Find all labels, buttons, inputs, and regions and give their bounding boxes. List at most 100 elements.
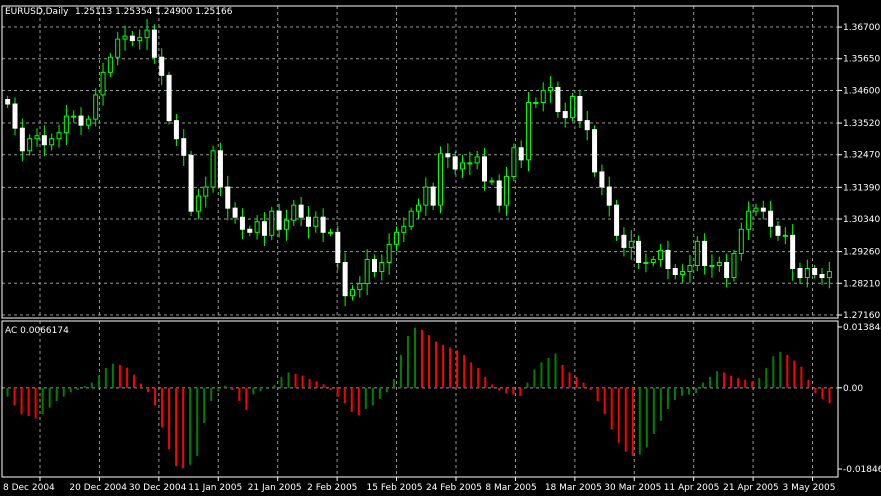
candle-body bbox=[570, 95, 576, 119]
time-tick-label: 21 Apr 2005 bbox=[723, 483, 779, 493]
candle-body bbox=[291, 204, 297, 221]
candle-body bbox=[672, 268, 678, 276]
candle-body bbox=[826, 271, 832, 279]
candle-body bbox=[621, 234, 627, 248]
candle-body bbox=[606, 186, 612, 206]
candle-body bbox=[540, 89, 546, 104]
candle-body bbox=[232, 207, 238, 218]
candle-body bbox=[225, 186, 231, 209]
candle-body bbox=[738, 228, 744, 254]
candle-body bbox=[203, 186, 209, 197]
candle-body bbox=[78, 115, 84, 126]
candle-body bbox=[342, 261, 348, 297]
candle-body bbox=[753, 207, 759, 212]
candle-body bbox=[305, 216, 311, 227]
candle-body bbox=[357, 283, 363, 291]
candle-body bbox=[804, 268, 810, 279]
candle-body bbox=[283, 219, 289, 230]
candle-body bbox=[393, 231, 399, 245]
candle-body bbox=[746, 210, 752, 230]
candle-body bbox=[680, 271, 686, 276]
price-tick-label: 1.33520 bbox=[843, 119, 880, 129]
candle-body bbox=[438, 153, 444, 206]
time-tick-label: 8 Mar 2005 bbox=[485, 483, 536, 493]
candle-body bbox=[364, 258, 370, 285]
price-tick-label: 1.27160 bbox=[843, 311, 880, 321]
time-tick-label: 30 Dec 2004 bbox=[129, 483, 187, 493]
time-tick-label: 15 Feb 2005 bbox=[367, 483, 423, 493]
candle-body bbox=[188, 154, 194, 212]
time-tick-label: 2 Feb 2005 bbox=[307, 483, 357, 493]
price-tick-label: 1.36700 bbox=[843, 23, 880, 33]
time-tick-label: 8 Dec 2004 bbox=[3, 483, 55, 493]
candle-body bbox=[349, 289, 355, 297]
candle-body bbox=[379, 261, 385, 273]
candle-body bbox=[709, 265, 715, 267]
time-tick-label: 18 Mar 2005 bbox=[545, 483, 602, 493]
candle-body bbox=[401, 225, 407, 233]
price-tick-label: 1.28210 bbox=[843, 279, 880, 289]
candle-body bbox=[247, 228, 253, 233]
candle-body bbox=[533, 102, 539, 105]
candle-body bbox=[254, 221, 260, 233]
candle-body bbox=[63, 115, 69, 134]
candle-body bbox=[159, 56, 165, 76]
candle-body bbox=[210, 150, 216, 188]
chart-window[interactable]: 1.36700 1.35650 1.34600 1.33520 1.32470 1.313… bbox=[0, 0, 881, 496]
candle-body bbox=[790, 234, 796, 270]
candle-body bbox=[100, 71, 106, 96]
candle-body bbox=[49, 138, 55, 146]
candle-body bbox=[643, 261, 649, 264]
candle-body bbox=[819, 274, 825, 279]
candle-body bbox=[724, 261, 730, 279]
candle-body bbox=[56, 132, 62, 140]
candle-body bbox=[562, 111, 568, 119]
candle-body bbox=[474, 156, 480, 164]
candle-body bbox=[408, 210, 414, 227]
price-tick-label: 1.29260 bbox=[843, 248, 880, 258]
ac-indicator-title: AC 0.0066174 bbox=[5, 326, 69, 336]
candle-body bbox=[261, 221, 267, 236]
candle-body bbox=[85, 118, 91, 126]
candle-body bbox=[782, 234, 788, 237]
candle-body bbox=[122, 35, 128, 40]
candle-body bbox=[19, 127, 25, 152]
candle-body bbox=[107, 56, 113, 73]
price-tick-label: 1.34600 bbox=[843, 86, 880, 96]
candle-body bbox=[482, 156, 488, 182]
ac-tick-label: 0.013844 bbox=[843, 323, 881, 333]
candle-body bbox=[195, 195, 201, 212]
time-tick-label: 30 Mar 2005 bbox=[604, 483, 661, 493]
candle-body bbox=[327, 231, 333, 234]
candle-body bbox=[555, 86, 561, 113]
candle-body bbox=[93, 94, 99, 120]
candle-body bbox=[371, 258, 377, 273]
candle-body bbox=[489, 180, 495, 183]
candle-body bbox=[144, 29, 150, 39]
candle-body bbox=[5, 98, 11, 105]
candle-body bbox=[335, 231, 341, 263]
candle-body bbox=[34, 135, 40, 140]
candle-body bbox=[320, 216, 326, 233]
ac-tick-label: 0.00 bbox=[843, 384, 863, 394]
candle-body bbox=[416, 204, 421, 212]
candle-body bbox=[173, 120, 179, 140]
time-tick-label: 20 Dec 2004 bbox=[69, 483, 127, 493]
candle-body bbox=[137, 37, 143, 42]
candle-body bbox=[584, 120, 590, 131]
candle-body bbox=[592, 129, 598, 173]
time-tick-label: 21 Jan 2005 bbox=[248, 483, 302, 493]
candle-body bbox=[129, 35, 135, 42]
candle-body bbox=[445, 153, 451, 158]
candle-body bbox=[716, 261, 722, 267]
time-tick-label: 24 Feb 2005 bbox=[426, 483, 482, 493]
candle-body bbox=[452, 156, 458, 170]
candle-body bbox=[269, 210, 275, 236]
candle-body bbox=[797, 268, 803, 279]
chart-background bbox=[0, 0, 881, 496]
candle-body bbox=[526, 102, 532, 161]
candle-body bbox=[313, 216, 319, 227]
candle-body bbox=[760, 207, 766, 212]
candle-body bbox=[687, 265, 693, 273]
candle-body bbox=[12, 103, 18, 129]
